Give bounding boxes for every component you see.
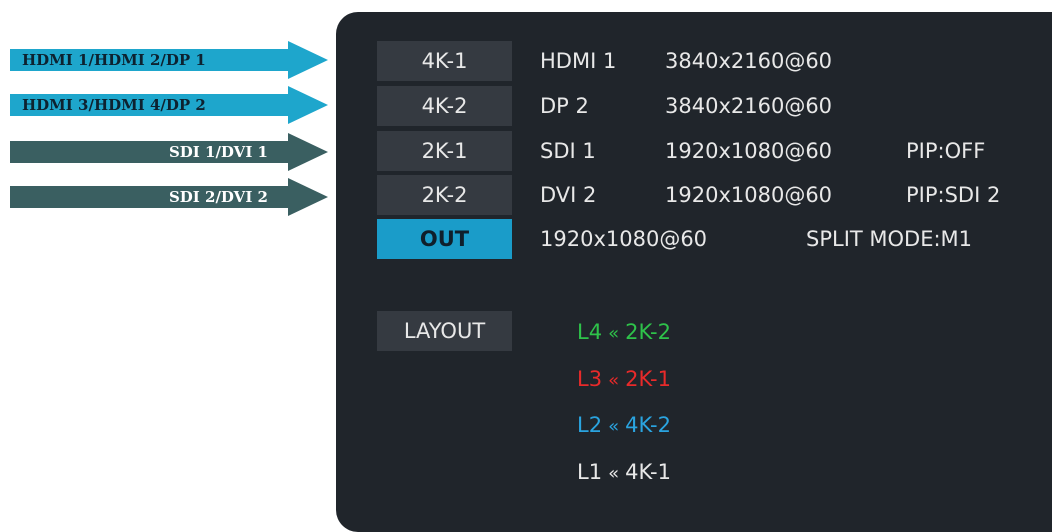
window-source: SDI 1 [540, 139, 596, 163]
layer-name: L2 [577, 413, 603, 437]
pip-status: PIP:OFF [906, 139, 986, 163]
window-label-4k-2[interactable]: 4K-2 [377, 86, 512, 126]
input-arrow-label: HDMI 3/HDMI 4/DP 2 [22, 96, 206, 114]
layout-layer-l2: L2 «4K-2 [577, 410, 671, 442]
input-arrow-label: SDI 2/DVI 2 [168, 188, 268, 206]
chevron-left-icon: « [608, 416, 620, 437]
layer-name: L4 [577, 320, 603, 344]
window-resolution: 1920x1080@60 [665, 139, 833, 163]
layout-layer-l3: L3 «2K-1 [577, 364, 671, 396]
window-source: DVI 2 [540, 183, 597, 207]
window-source: DP 2 [540, 94, 589, 118]
output-resolution: 1920x1080@60 [540, 227, 708, 251]
chevron-left-icon: « [608, 463, 620, 484]
layer-name: L3 [577, 367, 603, 391]
layer-name: L1 [577, 460, 603, 484]
chevron-left-icon: « [608, 370, 620, 391]
pip-status: PIP:SDI 2 [906, 183, 1001, 207]
output-label[interactable]: OUT [377, 219, 512, 259]
layer-source: 4K-2 [625, 413, 671, 437]
layout-layer-l4: L4 «2K-2 [577, 317, 671, 349]
layer-source: 2K-1 [625, 367, 671, 391]
input-arrow-label: SDI 1/DVI 1 [168, 143, 268, 161]
window-label-2k-2[interactable]: 2K-2 [377, 175, 512, 215]
chevron-left-icon: « [608, 323, 620, 344]
split-mode: SPLIT MODE:M1 [806, 227, 973, 251]
window-label-4k-1[interactable]: 4K-1 [377, 41, 512, 81]
input-arrow-sdi2-dvi2: SDI 2/DVI 2 [10, 178, 328, 216]
input-arrow-hdmi3-hdmi4-dp2: HDMI 3/HDMI 4/DP 2 [10, 86, 328, 124]
window-source: HDMI 1 [540, 49, 617, 73]
layout-label[interactable]: LAYOUT [377, 311, 512, 351]
window-resolution: 1920x1080@60 [665, 183, 833, 207]
input-arrow-hdmi1-hdmi2-dp1: HDMI 1/HDMI 2/DP 1 [10, 41, 328, 79]
window-label-2k-1[interactable]: 2K-1 [377, 131, 512, 171]
input-arrow-label: HDMI 1/HDMI 2/DP 1 [22, 51, 206, 69]
input-arrow-sdi1-dvi1: SDI 1/DVI 1 [10, 133, 328, 171]
layer-source: 4K-1 [625, 460, 671, 484]
layout-layer-l1: L1 «4K-1 [577, 457, 671, 489]
window-resolution: 3840x2160@60 [665, 94, 833, 118]
layer-source: 2K-2 [625, 320, 671, 344]
window-resolution: 3840x2160@60 [665, 49, 833, 73]
